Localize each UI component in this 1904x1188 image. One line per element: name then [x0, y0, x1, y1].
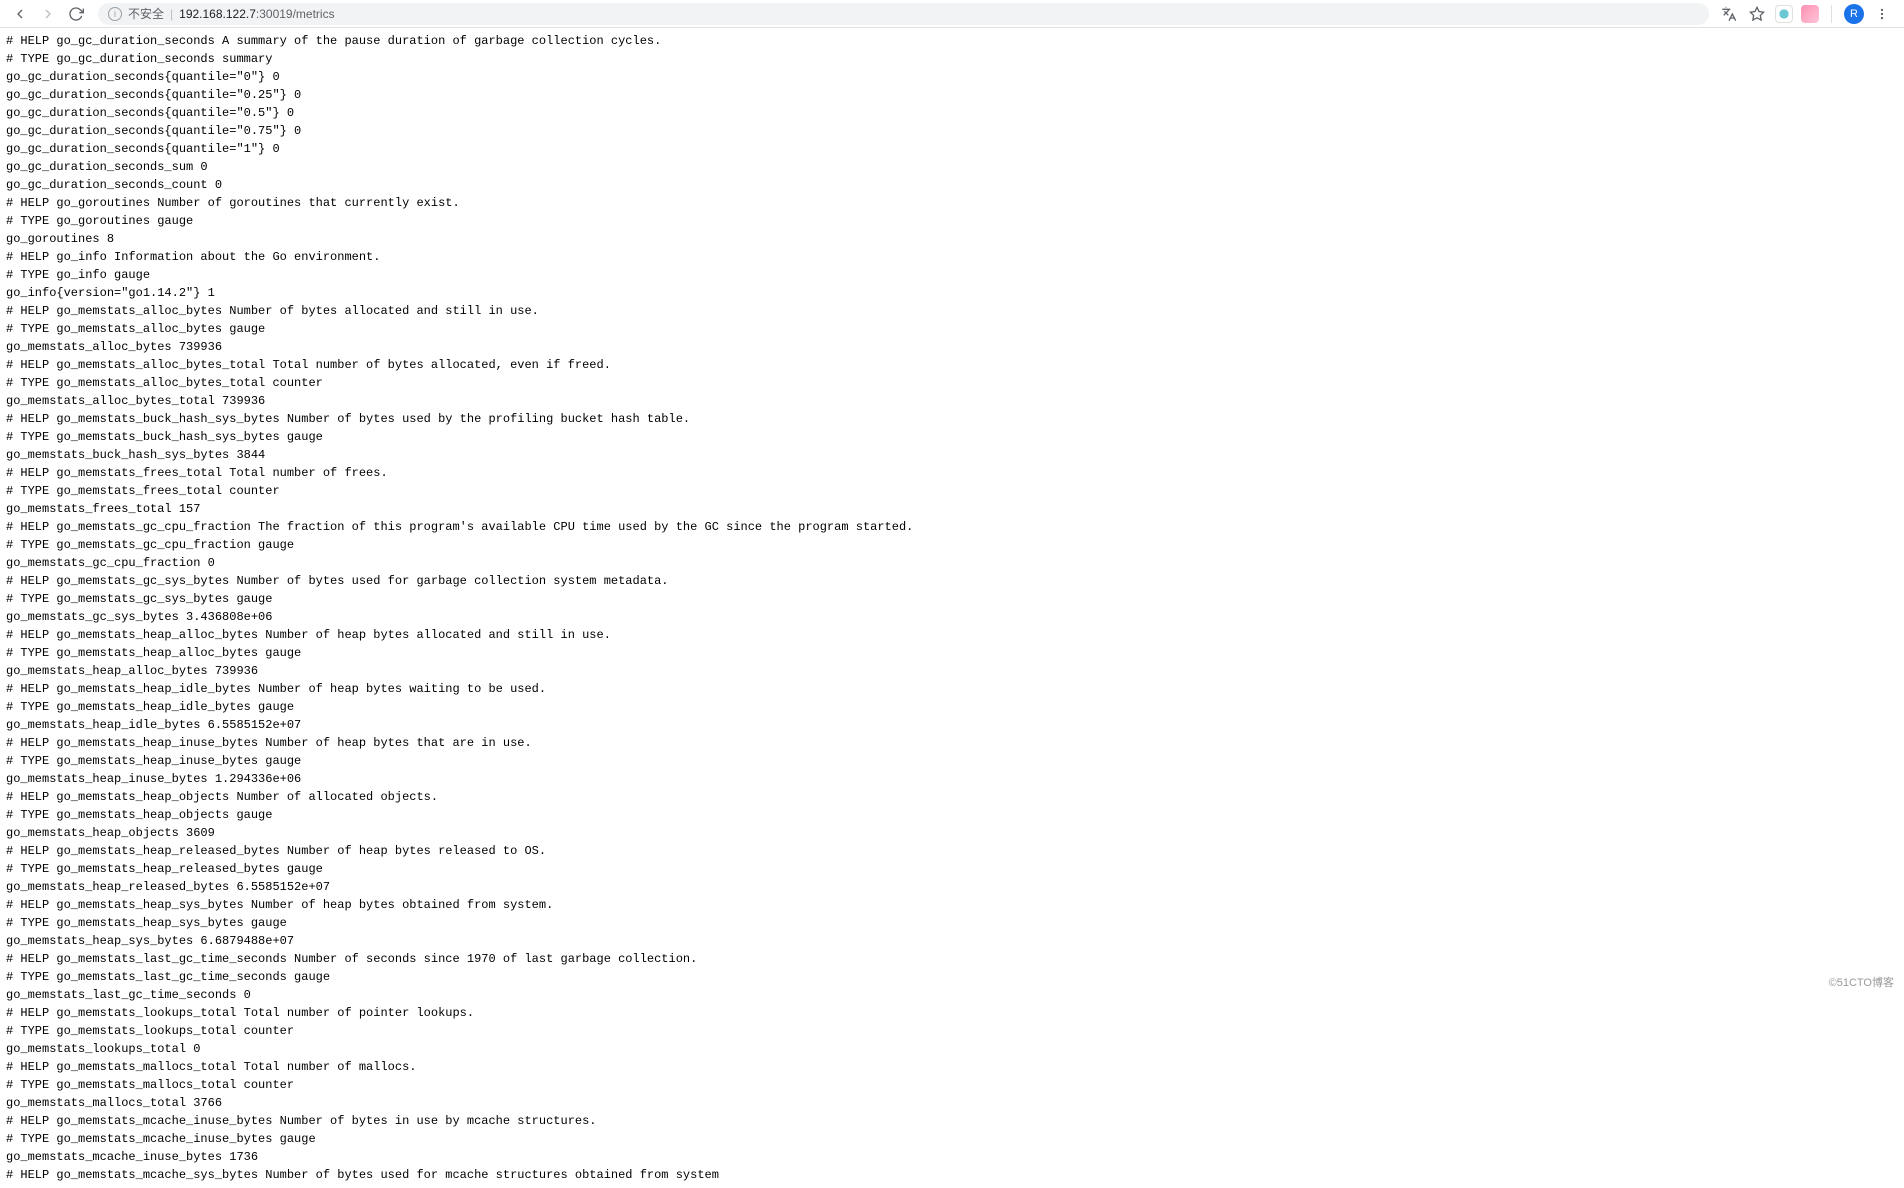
- translate-icon[interactable]: [1719, 4, 1739, 24]
- metrics-output: # HELP go_gc_duration_seconds A summary …: [0, 28, 1904, 1188]
- browser-toolbar: i 不安全 | 192.168.122.7:30019/metrics R: [0, 0, 1904, 28]
- forward-button[interactable]: [36, 2, 60, 26]
- translate-glyph-icon: [1721, 6, 1737, 22]
- reload-button[interactable]: [64, 2, 88, 26]
- site-info-icon[interactable]: i: [108, 7, 122, 21]
- arrow-right-icon: [40, 6, 56, 22]
- extension-1-icon[interactable]: [1775, 5, 1793, 23]
- bookmark-icon[interactable]: [1747, 4, 1767, 24]
- star-icon: [1749, 6, 1765, 22]
- toolbar-right: R: [1719, 4, 1896, 24]
- arrow-left-icon: [12, 6, 28, 22]
- url-text: 192.168.122.7:30019/metrics: [179, 7, 334, 21]
- url-host: 192.168.122.7: [179, 7, 256, 21]
- kebab-icon: [1875, 7, 1889, 21]
- insecure-label: 不安全: [128, 5, 164, 22]
- extension-2-icon[interactable]: [1801, 5, 1819, 23]
- back-button[interactable]: [8, 2, 32, 26]
- toolbar-divider: [1831, 5, 1832, 23]
- avatar-initial: R: [1850, 8, 1858, 20]
- profile-avatar[interactable]: R: [1844, 4, 1864, 24]
- url-path: :30019/metrics: [256, 7, 335, 21]
- reload-icon: [68, 6, 84, 22]
- watermark: ©51CTO博客: [1829, 974, 1894, 990]
- menu-button[interactable]: [1872, 4, 1892, 24]
- address-bar[interactable]: i 不安全 | 192.168.122.7:30019/metrics: [98, 3, 1709, 25]
- address-separator: |: [170, 7, 173, 21]
